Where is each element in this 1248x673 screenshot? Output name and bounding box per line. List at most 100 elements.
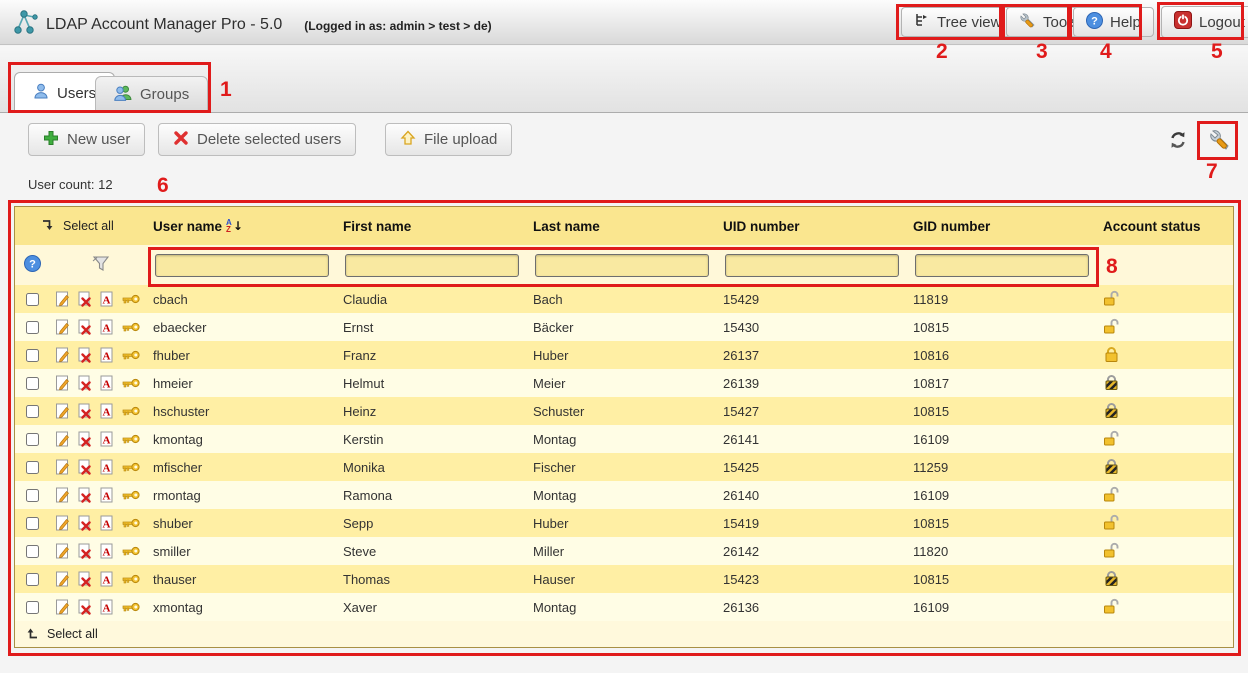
- select-all-bottom[interactable]: Select all: [15, 626, 98, 643]
- select-all-top[interactable]: Select all: [15, 207, 153, 245]
- filter-username-input[interactable]: [155, 254, 329, 277]
- list-settings-wrench-icon[interactable]: [1208, 128, 1232, 152]
- filter-help-icon[interactable]: ?: [24, 255, 41, 275]
- col-firstname[interactable]: First name: [343, 207, 533, 245]
- username-cell[interactable]: cbach: [153, 285, 343, 313]
- password-key-icon[interactable]: [121, 293, 140, 305]
- edit-user-icon[interactable]: [55, 571, 70, 587]
- username-cell[interactable]: hschuster: [153, 397, 343, 425]
- file-upload-button[interactable]: File upload: [385, 123, 512, 156]
- username-cell[interactable]: rmontag: [153, 481, 343, 509]
- pdf-export-icon[interactable]: A: [99, 599, 114, 615]
- username-cell[interactable]: hmeier: [153, 369, 343, 397]
- username-cell[interactable]: thauser: [153, 565, 343, 593]
- delete-user-icon[interactable]: [77, 515, 92, 531]
- row-select-checkbox[interactable]: [26, 573, 39, 586]
- row-select-checkbox[interactable]: [26, 349, 39, 362]
- refresh-icon[interactable]: [1166, 128, 1190, 152]
- password-key-icon[interactable]: [121, 433, 140, 445]
- password-key-icon[interactable]: [121, 601, 140, 613]
- row-select-checkbox[interactable]: [26, 321, 39, 334]
- username-cell[interactable]: mfischer: [153, 453, 343, 481]
- help-button[interactable]: ? Help: [1073, 7, 1154, 37]
- username-cell[interactable]: xmontag: [153, 593, 343, 621]
- sort-az-icon[interactable]: AZ ↓: [226, 219, 243, 233]
- col-username[interactable]: User name AZ ↓: [153, 207, 343, 245]
- pdf-export-icon[interactable]: A: [99, 431, 114, 447]
- filter-firstname-input[interactable]: [345, 254, 519, 277]
- row-select-checkbox[interactable]: [26, 293, 39, 306]
- delete-user-icon[interactable]: [77, 571, 92, 587]
- delete-user-icon[interactable]: [77, 487, 92, 503]
- row-select-checkbox[interactable]: [26, 377, 39, 390]
- delete-user-icon[interactable]: [77, 403, 92, 419]
- col-lastname[interactable]: Last name: [533, 207, 723, 245]
- edit-user-icon[interactable]: [55, 403, 70, 419]
- tab-users-label: Users: [57, 85, 96, 102]
- pdf-export-icon[interactable]: A: [99, 487, 114, 503]
- col-uid[interactable]: UID number: [723, 207, 913, 245]
- edit-user-icon[interactable]: [55, 347, 70, 363]
- pdf-export-icon[interactable]: A: [99, 319, 114, 335]
- edit-user-icon[interactable]: [55, 319, 70, 335]
- pdf-export-icon[interactable]: A: [99, 459, 114, 475]
- row-select-checkbox[interactable]: [26, 405, 39, 418]
- pdf-export-icon[interactable]: A: [99, 375, 114, 391]
- password-key-icon[interactable]: [121, 405, 140, 417]
- delete-user-icon[interactable]: [77, 375, 92, 391]
- username-cell[interactable]: ebaecker: [153, 313, 343, 341]
- delete-selected-users-button[interactable]: Delete selected users: [158, 123, 356, 156]
- password-key-icon[interactable]: [121, 545, 140, 557]
- edit-user-icon[interactable]: [55, 375, 70, 391]
- firstname-cell: Sepp: [343, 509, 533, 537]
- password-key-icon[interactable]: [121, 573, 140, 585]
- pdf-export-icon[interactable]: A: [99, 515, 114, 531]
- delete-user-icon[interactable]: [77, 599, 92, 615]
- delete-user-icon[interactable]: [77, 347, 92, 363]
- pdf-export-icon[interactable]: A: [99, 347, 114, 363]
- filter-lastname-input[interactable]: [535, 254, 709, 277]
- col-gid[interactable]: GID number: [913, 207, 1103, 245]
- edit-user-icon[interactable]: [55, 487, 70, 503]
- pdf-export-icon[interactable]: A: [99, 543, 114, 559]
- edit-user-icon[interactable]: [55, 291, 70, 307]
- pdf-export-icon[interactable]: A: [99, 571, 114, 587]
- delete-user-icon[interactable]: [77, 319, 92, 335]
- delete-user-icon[interactable]: [77, 431, 92, 447]
- username-cell[interactable]: fhuber: [153, 341, 343, 369]
- edit-user-icon[interactable]: [55, 515, 70, 531]
- tree-view-button[interactable]: Tree view: [901, 7, 1014, 37]
- password-key-icon[interactable]: [121, 321, 140, 333]
- row-select-checkbox[interactable]: [26, 489, 39, 502]
- username-cell[interactable]: shuber: [153, 509, 343, 537]
- filter-gid-input[interactable]: [915, 254, 1089, 277]
- delete-user-icon[interactable]: [77, 543, 92, 559]
- pdf-export-icon[interactable]: A: [99, 403, 114, 419]
- row-select-checkbox[interactable]: [26, 517, 39, 530]
- delete-user-icon[interactable]: [77, 291, 92, 307]
- svg-text:A: A: [103, 463, 111, 475]
- password-key-icon[interactable]: [121, 349, 140, 361]
- edit-user-icon[interactable]: [55, 459, 70, 475]
- username-cell[interactable]: smiller: [153, 537, 343, 565]
- password-key-icon[interactable]: [121, 377, 140, 389]
- filter-uid-input[interactable]: [725, 254, 899, 277]
- edit-user-icon[interactable]: [55, 431, 70, 447]
- file-upload-label: File upload: [424, 131, 497, 148]
- delete-user-icon[interactable]: [77, 459, 92, 475]
- edit-user-icon[interactable]: [55, 543, 70, 559]
- password-key-icon[interactable]: [121, 489, 140, 501]
- logout-button[interactable]: Logout: [1161, 6, 1248, 38]
- username-cell[interactable]: kmontag: [153, 425, 343, 453]
- filter-funnel-icon[interactable]: [91, 255, 111, 276]
- row-select-checkbox[interactable]: [26, 433, 39, 446]
- row-select-checkbox[interactable]: [26, 545, 39, 558]
- tab-groups[interactable]: Groups: [95, 76, 208, 113]
- password-key-icon[interactable]: [121, 461, 140, 473]
- edit-user-icon[interactable]: [55, 599, 70, 615]
- row-select-checkbox[interactable]: [26, 601, 39, 614]
- pdf-export-icon[interactable]: A: [99, 291, 114, 307]
- row-select-checkbox[interactable]: [26, 461, 39, 474]
- new-user-button[interactable]: New user: [28, 123, 145, 156]
- password-key-icon[interactable]: [121, 517, 140, 529]
